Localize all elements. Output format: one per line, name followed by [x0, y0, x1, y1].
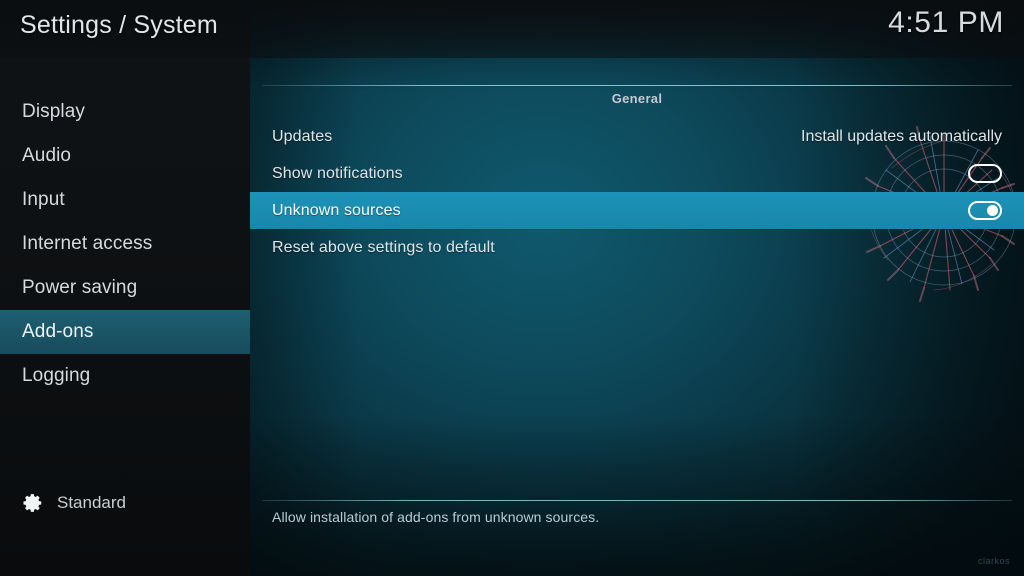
sidebar-item-label: Display: [22, 101, 85, 122]
settings-level-selector[interactable]: Standard: [22, 492, 126, 514]
kodi-settings-screen: Display Audio Input Internet access Powe…: [0, 0, 1024, 576]
settings-level-label: Standard: [57, 493, 126, 512]
sidebar-item-label: Add-ons: [22, 321, 94, 342]
top-divider: [262, 85, 1012, 86]
sidebar-item-label: Audio: [22, 145, 72, 166]
setting-label: Updates: [272, 127, 333, 145]
sidebar-item-label: Logging: [22, 365, 91, 386]
setting-label: Unknown sources: [272, 201, 401, 219]
toggle-knob: [972, 168, 983, 179]
setting-label: Show notifications: [272, 164, 403, 182]
sidebar-item-internet-access[interactable]: Internet access: [0, 222, 250, 266]
setting-row-updates[interactable]: Updates Install updates automatically: [250, 118, 1024, 155]
setting-row-unknown-sources[interactable]: Unknown sources: [250, 192, 1024, 229]
setting-row-show-notifications[interactable]: Show notifications: [250, 155, 1024, 192]
toggle-show-notifications[interactable]: [968, 164, 1002, 183]
setting-row-reset-defaults[interactable]: Reset above settings to default: [250, 229, 1024, 266]
sidebar: Display Audio Input Internet access Powe…: [0, 0, 250, 576]
bottom-divider: [262, 500, 1012, 501]
sidebar-item-input[interactable]: Input: [0, 178, 250, 222]
setting-value-updates: Install updates automatically: [801, 127, 1002, 145]
sidebar-item-logging[interactable]: Logging: [0, 354, 250, 398]
sidebar-item-display[interactable]: Display: [0, 90, 250, 134]
sidebar-item-add-ons[interactable]: Add-ons: [0, 310, 250, 354]
sidebar-item-audio[interactable]: Audio: [0, 134, 250, 178]
settings-group-title: General: [611, 91, 663, 106]
sidebar-item-label: Internet access: [22, 233, 153, 254]
gear-icon: [23, 494, 42, 512]
toggle-unknown-sources[interactable]: [968, 201, 1002, 220]
settings-list: Updates Install updates automatically Sh…: [250, 118, 1024, 266]
sidebar-item-label: Input: [22, 189, 65, 210]
setting-description: Allow installation of add-ons from unkno…: [272, 509, 600, 525]
page-title: Settings / System: [20, 11, 218, 39]
sidebar-item-label: Power saving: [22, 277, 138, 298]
sidebar-item-power-saving[interactable]: Power saving: [0, 266, 250, 310]
sidebar-nav: Display Audio Input Internet access Powe…: [0, 90, 250, 398]
setting-label: Reset above settings to default: [272, 238, 495, 256]
watermark: clarkos: [977, 556, 1010, 566]
settings-panel: General Updates Install updates automati…: [250, 0, 1024, 576]
toggle-knob: [987, 205, 998, 216]
